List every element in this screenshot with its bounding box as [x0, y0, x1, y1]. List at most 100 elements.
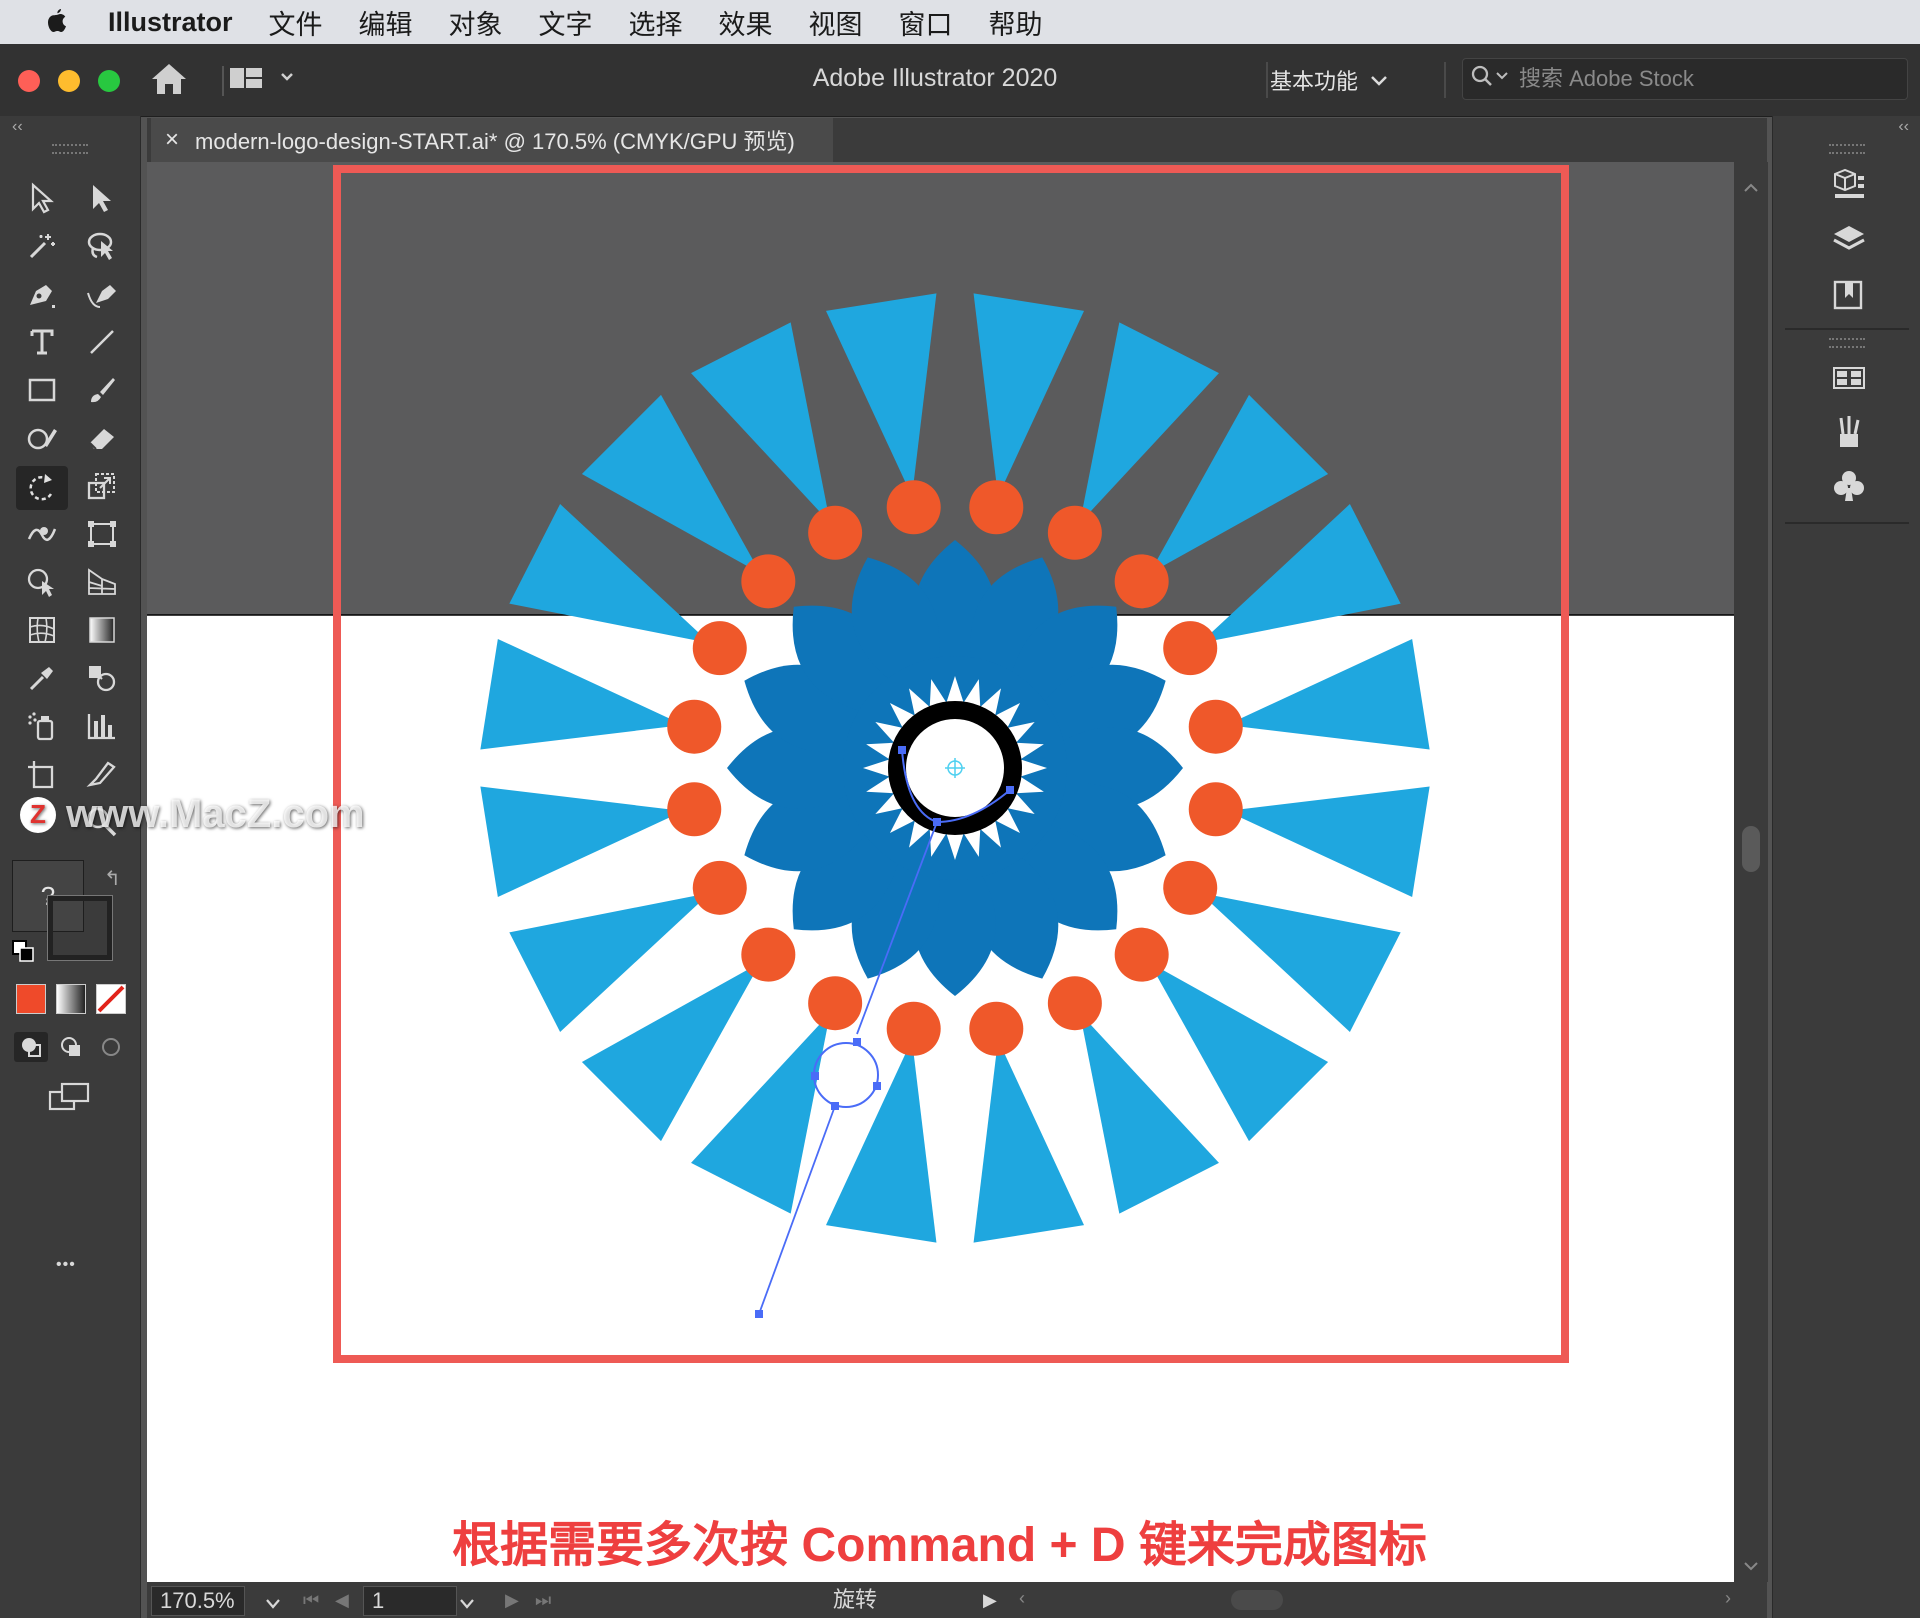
symbols-panel-icon[interactable]	[1831, 468, 1867, 509]
warp-tool-icon[interactable]	[20, 514, 64, 554]
eraser-tool-icon[interactable]	[80, 418, 124, 458]
stock-search-input[interactable]	[1517, 65, 1881, 93]
artboard-number-field[interactable]: 1	[363, 1586, 457, 1616]
orange-dot[interactable]	[808, 505, 863, 560]
artboard-dropdown-icon[interactable]	[459, 1590, 475, 1616]
orange-dot[interactable]	[886, 480, 941, 535]
properties-panel-icon[interactable]	[1831, 166, 1867, 207]
symbol-sprayer-tool-icon[interactable]	[20, 706, 64, 746]
type-tool-icon[interactable]	[20, 322, 64, 362]
orange-dot[interactable]	[1163, 860, 1218, 915]
menu-object[interactable]: 对象	[449, 3, 503, 42]
menu-app-name[interactable]: Illustrator	[108, 7, 233, 38]
line-tool-icon[interactable]	[80, 322, 124, 362]
menu-effect[interactable]: 效果	[719, 3, 773, 42]
scroll-left-icon[interactable]: ‹	[1019, 1588, 1025, 1609]
swatches-panel-icon[interactable]	[1831, 360, 1867, 401]
rotate-tool-icon[interactable]	[16, 466, 68, 510]
menu-type[interactable]: 文字	[539, 3, 593, 42]
orange-dot[interactable]	[1114, 927, 1169, 982]
draw-behind-icon[interactable]	[56, 1032, 86, 1062]
draw-inside-icon[interactable]	[96, 1032, 126, 1062]
orange-dot[interactable]	[1188, 699, 1243, 754]
orange-dot[interactable]	[741, 927, 796, 982]
shape-builder-tool-icon[interactable]	[20, 562, 64, 602]
lasso-tool-icon[interactable]	[80, 226, 124, 266]
orange-dot[interactable]	[1047, 505, 1102, 560]
artboard-tool-icon[interactable]	[20, 754, 64, 794]
orange-dot[interactable]	[808, 976, 863, 1031]
rectangle-tool-icon[interactable]	[20, 370, 64, 410]
stroke-color-swatch[interactable]	[47, 895, 113, 961]
gradient-mode-button[interactable]	[56, 984, 86, 1014]
next-artboard-icon[interactable]: ▶	[505, 1590, 519, 1611]
slice-tool-icon[interactable]	[80, 754, 124, 794]
orange-dot[interactable]	[1188, 782, 1243, 837]
draw-normal-icon[interactable]	[14, 1032, 48, 1062]
first-artboard-icon[interactable]: ⏮	[303, 1590, 319, 1611]
screen-mode-icon[interactable]	[48, 1082, 92, 1117]
orange-dot[interactable]	[667, 699, 722, 754]
apple-icon[interactable]	[36, 8, 76, 36]
menu-help[interactable]: 帮助	[989, 3, 1043, 42]
close-tab-icon[interactable]: ×	[165, 126, 179, 154]
scroll-right-icon[interactable]: ›	[1725, 1588, 1731, 1609]
menu-window[interactable]: 窗口	[899, 3, 953, 42]
mesh-tool-icon[interactable]	[20, 610, 64, 650]
perspective-grid-tool-icon[interactable]	[80, 562, 124, 602]
scrollbar-thumb[interactable]	[1742, 826, 1760, 872]
menu-select[interactable]: 选择	[629, 3, 683, 42]
edit-toolbar-button[interactable]: •••	[56, 1256, 76, 1274]
panel-grip[interactable]	[1829, 144, 1865, 154]
layers-panel-icon[interactable]	[1831, 222, 1867, 263]
color-mode-button[interactable]	[16, 984, 46, 1014]
status-menu-icon[interactable]: ▶	[983, 1590, 997, 1611]
vertical-scrollbar[interactable]	[1734, 162, 1768, 1582]
collapse-panel-icon[interactable]: ‹‹	[12, 118, 23, 136]
direct-selection-tool-icon[interactable]	[80, 178, 124, 218]
blend-tool-icon[interactable]	[80, 658, 124, 698]
curvature-tool-icon[interactable]	[80, 274, 124, 314]
scroll-down-icon[interactable]	[1743, 1558, 1759, 1576]
swap-fill-stroke-icon[interactable]: ↰	[104, 866, 121, 891]
orange-dot[interactable]	[667, 782, 722, 837]
orange-dot[interactable]	[1047, 976, 1102, 1031]
horizontal-scrollbar[interactable]: ‹ ›	[1019, 1588, 1731, 1612]
zoom-level-field[interactable]: 170.5%	[151, 1586, 245, 1616]
hscroll-thumb[interactable]	[1231, 1590, 1283, 1610]
orange-dot[interactable]	[692, 621, 747, 676]
menu-view[interactable]: 视图	[809, 3, 863, 42]
zoom-dropdown-icon[interactable]	[265, 1590, 281, 1616]
default-colors-icon[interactable]	[12, 940, 34, 962]
paintbrush-tool-icon[interactable]	[80, 370, 124, 410]
stock-search-box[interactable]	[1462, 58, 1908, 100]
none-mode-button[interactable]	[96, 984, 126, 1014]
workspace-switcher[interactable]: 基本功能	[1270, 64, 1388, 96]
orange-dot[interactable]	[969, 480, 1024, 535]
shaper-tool-icon[interactable]	[20, 418, 64, 458]
pen-tool-icon[interactable]	[20, 274, 64, 314]
scale-tool-icon[interactable]	[80, 466, 124, 506]
brushes-panel-icon[interactable]	[1831, 414, 1867, 455]
magic-wand-tool-icon[interactable]	[20, 226, 64, 266]
gradient-tool-icon[interactable]	[80, 610, 124, 650]
canvas-area[interactable]	[147, 162, 1734, 1582]
orange-dot[interactable]	[692, 860, 747, 915]
free-transform-tool-icon[interactable]	[80, 514, 124, 554]
last-artboard-icon[interactable]: ⏭	[535, 1590, 551, 1611]
orange-dot[interactable]	[1163, 621, 1218, 676]
libraries-panel-icon[interactable]	[1831, 276, 1867, 317]
orange-dot[interactable]	[741, 554, 796, 609]
orange-dot[interactable]	[886, 1001, 941, 1056]
orange-dot[interactable]	[969, 1001, 1024, 1056]
expand-panels-icon[interactable]: ‹‹	[1898, 118, 1909, 136]
scroll-up-icon[interactable]	[1743, 180, 1759, 198]
document-tab[interactable]: × modern-logo-design-START.ai* @ 170.5% …	[151, 118, 833, 162]
selection-tool-icon[interactable]	[20, 178, 64, 218]
orange-dot[interactable]	[1114, 554, 1169, 609]
eyedropper-tool-icon[interactable]	[20, 658, 64, 698]
panel-grip[interactable]	[1829, 338, 1865, 348]
panel-grip[interactable]	[52, 144, 88, 154]
previous-artboard-icon[interactable]: ◀	[335, 1590, 349, 1611]
menu-edit[interactable]: 编辑	[359, 3, 413, 42]
